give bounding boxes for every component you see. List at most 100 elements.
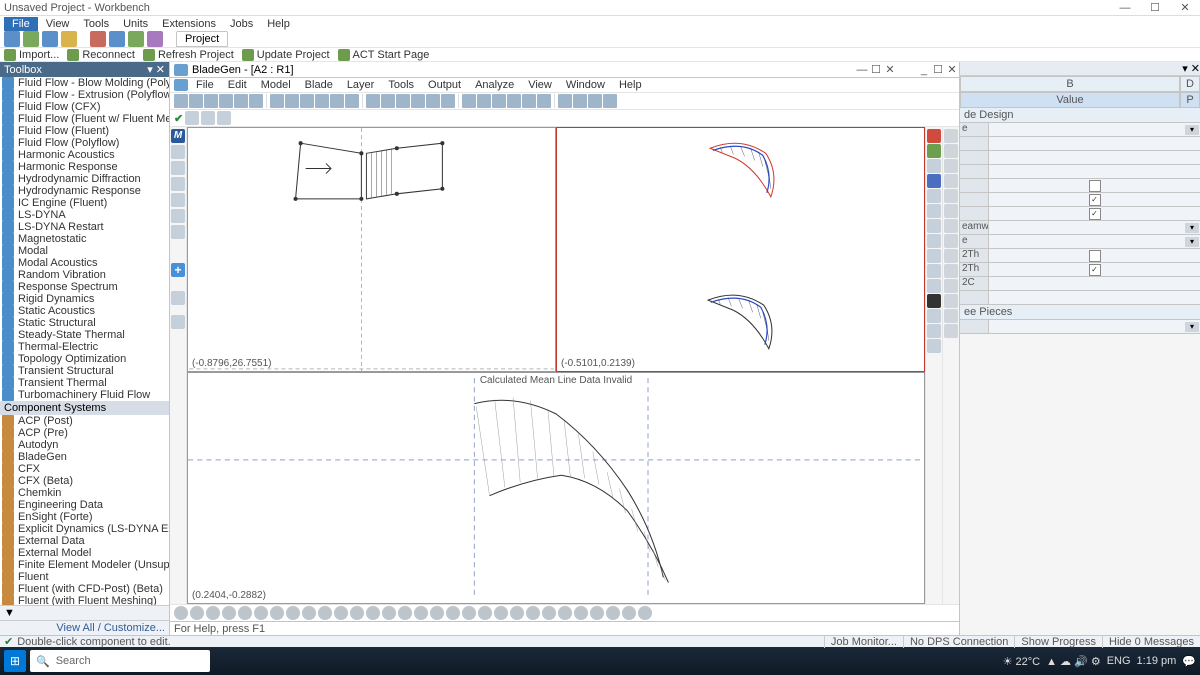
- menu-jobs[interactable]: Jobs: [224, 17, 259, 31]
- child-sys-icon[interactable]: [174, 79, 188, 91]
- cm-edit[interactable]: Edit: [222, 78, 253, 92]
- accept-icon[interactable]: ✔: [174, 112, 183, 125]
- toolbar-icon[interactable]: [362, 94, 363, 108]
- toolbox-item[interactable]: Response Spectrum: [0, 281, 169, 293]
- tool-icon[interactable]: [217, 111, 231, 125]
- lt-icon[interactable]: [171, 291, 185, 305]
- cm-blade[interactable]: Blade: [299, 78, 339, 92]
- property-row[interactable]: 2Th: [960, 249, 1200, 263]
- toolbox-item[interactable]: External Model: [0, 547, 169, 559]
- minimize-button[interactable]: —: [1110, 2, 1140, 14]
- btool-icon[interactable]: [382, 606, 396, 620]
- toolbox-item[interactable]: Fluent (with Fluent Meshing): [0, 595, 169, 605]
- plus-icon[interactable]: +: [171, 263, 185, 277]
- toolbar-icon[interactable]: [588, 94, 602, 108]
- toolbox-item[interactable]: Autodyn: [0, 439, 169, 451]
- toolbox-filter[interactable]: ▼: [0, 605, 169, 620]
- menu-units[interactable]: Units: [117, 17, 154, 31]
- property-row[interactable]: e▾: [960, 235, 1200, 249]
- toolbox-item[interactable]: Chemkin: [0, 487, 169, 499]
- child-max[interactable]: ☐: [869, 63, 883, 76]
- cm-layer[interactable]: Layer: [341, 78, 381, 92]
- rtool-icon[interactable]: [944, 174, 958, 188]
- btool-icon[interactable]: [190, 606, 204, 620]
- toolbox-item[interactable]: CFX (Beta): [0, 475, 169, 487]
- lt-icon[interactable]: [171, 315, 185, 329]
- toolbox-item[interactable]: Fluent: [0, 571, 169, 583]
- toolbox-item[interactable]: Harmonic Acoustics: [0, 149, 169, 161]
- toolbar-icon[interactable]: [189, 94, 203, 108]
- toolbox-item[interactable]: Fluid Flow - Extrusion (Polyflow): [0, 89, 169, 101]
- rtool-icon[interactable]: [944, 294, 958, 308]
- system-tray[interactable]: ☀ 22°C ▲ ☁ 🔊 ⚙ ENG 1:19 pm 💬: [1003, 655, 1196, 668]
- panel-pin-icon[interactable]: ▾ ✕: [1182, 62, 1200, 75]
- menu-file[interactable]: File: [4, 17, 38, 31]
- btool-icon[interactable]: [510, 606, 524, 620]
- toolbox-list[interactable]: Fluid Flow - Blow Molding (Polyflow)Flui…: [0, 77, 169, 605]
- btool-icon[interactable]: [398, 606, 412, 620]
- rtool-icon[interactable]: [927, 144, 941, 158]
- toolbox-item[interactable]: Thermal-Electric: [0, 341, 169, 353]
- toolbar-icon[interactable]: [285, 94, 299, 108]
- toolbar-icon[interactable]: [330, 94, 344, 108]
- property-row[interactable]: 2Th: [960, 263, 1200, 277]
- rtool-icon[interactable]: [927, 129, 941, 143]
- lt-icon[interactable]: [171, 193, 185, 207]
- rtool-icon[interactable]: [927, 309, 941, 323]
- tool-icon[interactable]: [185, 111, 199, 125]
- property-row[interactable]: eamwise▾: [960, 221, 1200, 235]
- rtool-icon[interactable]: [944, 189, 958, 203]
- toolbox-item[interactable]: Fluid Flow (Fluent): [0, 125, 169, 137]
- open-icon[interactable]: [23, 31, 39, 47]
- toolbox-item[interactable]: Fluid Flow - Blow Molding (Polyflow): [0, 77, 169, 89]
- btool-icon[interactable]: [494, 606, 508, 620]
- rtool-icon[interactable]: [927, 324, 941, 338]
- toolbox-item[interactable]: BladeGen: [0, 451, 169, 463]
- rtool-icon[interactable]: [944, 204, 958, 218]
- btool-icon[interactable]: [350, 606, 364, 620]
- toolbar-icon[interactable]: [477, 94, 491, 108]
- tray-icons[interactable]: ▲ ☁ 🔊 ⚙: [1046, 655, 1101, 668]
- rtool-icon[interactable]: [927, 174, 941, 188]
- toolbar-icon[interactable]: [204, 94, 218, 108]
- toolbox-item[interactable]: Hydrodynamic Diffraction: [0, 173, 169, 185]
- toolbar-icon[interactable]: [300, 94, 314, 108]
- import-link[interactable]: Import...: [4, 49, 59, 61]
- toolbar-icon[interactable]: [537, 94, 551, 108]
- lang[interactable]: ENG: [1107, 655, 1131, 667]
- btool-icon[interactable]: [414, 606, 428, 620]
- btool-icon[interactable]: [222, 606, 236, 620]
- rtool-icon[interactable]: [927, 294, 941, 308]
- property-row[interactable]: e▾: [960, 123, 1200, 137]
- property-row[interactable]: 2C: [960, 277, 1200, 291]
- btool-icon[interactable]: [606, 606, 620, 620]
- btool-icon[interactable]: [478, 606, 492, 620]
- toolbox-item[interactable]: Static Structural: [0, 317, 169, 329]
- tool-icon[interactable]: [61, 31, 77, 47]
- toolbox-item[interactable]: Transient Structural: [0, 365, 169, 377]
- rtool-icon[interactable]: [927, 234, 941, 248]
- btool-icon[interactable]: [334, 606, 348, 620]
- toolbox-item[interactable]: Transient Thermal: [0, 377, 169, 389]
- toolbox-item[interactable]: Modal: [0, 245, 169, 257]
- btool-icon[interactable]: [638, 606, 652, 620]
- hide-messages[interactable]: Hide 0 Messages: [1102, 636, 1200, 648]
- reconnect-link[interactable]: Reconnect: [67, 49, 135, 61]
- toolbox-item[interactable]: Static Acoustics: [0, 305, 169, 317]
- rtool-icon[interactable]: [944, 249, 958, 263]
- sheet-dd[interactable]: ▾: [988, 320, 1200, 333]
- rtool-icon[interactable]: [944, 309, 958, 323]
- toolbox-item[interactable]: LS-DYNA: [0, 209, 169, 221]
- toolbox-item[interactable]: Magnetostatic: [0, 233, 169, 245]
- toolbar-icon[interactable]: [522, 94, 536, 108]
- btool-icon[interactable]: [558, 606, 572, 620]
- toolbar-icon[interactable]: [396, 94, 410, 108]
- cm-output[interactable]: Output: [422, 78, 467, 92]
- property-row[interactable]: [960, 137, 1200, 151]
- toolbar-icon[interactable]: [492, 94, 506, 108]
- property-row[interactable]: [960, 151, 1200, 165]
- update-link[interactable]: Update Project: [242, 49, 330, 61]
- toolbox-item[interactable]: Engineering Data: [0, 499, 169, 511]
- mdi-close[interactable]: ✕: [945, 63, 959, 76]
- toolbar-icon[interactable]: [219, 94, 233, 108]
